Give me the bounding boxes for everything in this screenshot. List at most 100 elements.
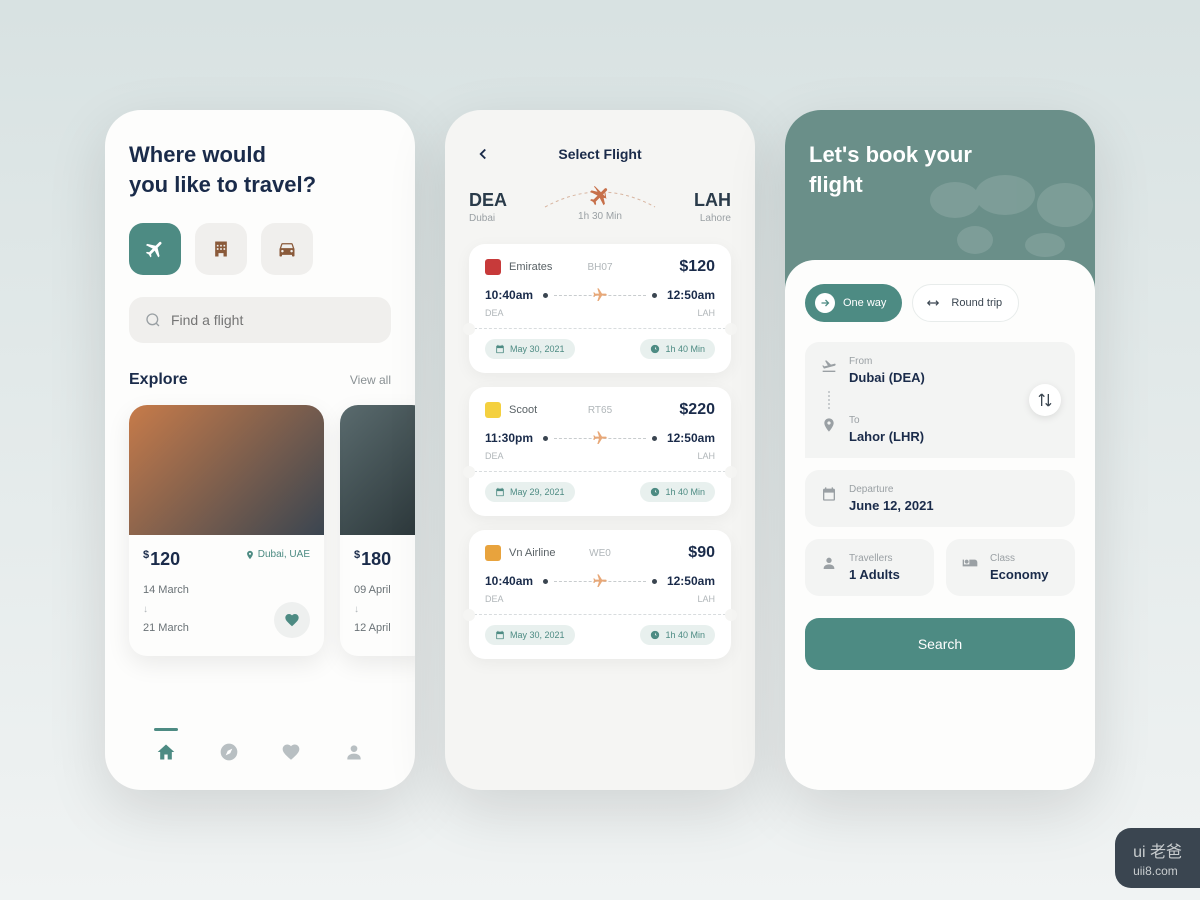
to-field[interactable]: To Lahor (LHR): [821, 415, 1059, 444]
screen-book-flight: Let's book your flight One way Round tri…: [785, 110, 1095, 790]
dep-code: DEA: [485, 308, 504, 318]
search-button[interactable]: Search: [805, 618, 1075, 670]
airline-logo: [485, 259, 501, 275]
from-city: Dubai: [469, 213, 507, 224]
calendar-icon: [495, 487, 505, 497]
arr-code: LAH: [697, 308, 715, 318]
search-input[interactable]: [129, 297, 391, 343]
from-label: From: [849, 356, 925, 367]
arr-time: 12:50am: [667, 288, 715, 302]
route-duration: 1h 30 Min: [578, 211, 622, 222]
to-code: LAH: [694, 190, 731, 211]
card-price: $120: [143, 549, 180, 570]
arr-code: LAH: [697, 594, 715, 604]
card-dates: 14 March ↓ 21 March: [143, 582, 189, 637]
back-button[interactable]: [469, 140, 497, 168]
view-all-link[interactable]: View all: [350, 373, 391, 387]
nav-profile[interactable]: [336, 734, 372, 770]
pin-icon: [821, 417, 837, 433]
class-value: Economy: [990, 567, 1049, 582]
category-tabs: [129, 223, 391, 275]
flight-duration: 1h 40 Min: [640, 339, 715, 359]
seat-icon: [962, 555, 978, 571]
flight-code: RT65: [588, 405, 612, 416]
flight-price: $220: [679, 401, 715, 419]
dep-time: 11:30pm: [485, 431, 533, 445]
home-icon: [156, 742, 176, 762]
card-price: $180: [354, 549, 415, 570]
nav-compass[interactable]: [211, 734, 247, 770]
travellers-label: Travellers: [849, 553, 900, 564]
flight-card[interactable]: Emirates BH07 $120 10:40am 12:50am DEA L…: [469, 244, 731, 373]
car-icon: [277, 239, 297, 259]
airline-logo: [485, 402, 501, 418]
route-summary: DEA Dubai 1h 30 Min LAH Lahore: [469, 190, 731, 224]
calendar-icon: [495, 344, 505, 354]
swap-icon: [926, 296, 940, 310]
explore-card[interactable]: $180 09 April ↓ 12 April: [340, 405, 415, 655]
arr-time: 12:50am: [667, 574, 715, 588]
trip-round-button[interactable]: Round trip: [912, 284, 1019, 322]
pin-icon: [245, 550, 255, 560]
dep-time: 10:40am: [485, 288, 533, 302]
travellers-value: 1 Adults: [849, 567, 900, 582]
calendar-icon: [821, 486, 837, 502]
explore-heading: Explore: [129, 371, 188, 389]
flight-date: May 30, 2021: [485, 625, 575, 645]
card-dates: 09 April ↓ 12 April: [354, 582, 415, 637]
flight-duration: 1h 40 Min: [640, 482, 715, 502]
flight-price: $90: [688, 544, 715, 562]
airline-name: Vn Airline: [509, 547, 555, 559]
departure-label: Departure: [849, 484, 934, 495]
card-image: [340, 405, 415, 535]
search-icon: [145, 311, 161, 329]
plane-icon: [592, 573, 608, 589]
page-title: Where would you like to travel?: [129, 140, 391, 199]
hero-title: Let's book your flight: [809, 140, 1071, 199]
nav-home[interactable]: [148, 734, 184, 770]
explore-card[interactable]: $120 Dubai, UAE 14 March ↓ 21 March: [129, 405, 324, 655]
dep-code: DEA: [485, 594, 504, 604]
swap-button[interactable]: [1029, 384, 1061, 416]
watermark: ui 老爸 uii8.com: [1115, 828, 1200, 888]
departure-field[interactable]: Departure June 12, 2021: [821, 484, 1059, 513]
from-field[interactable]: From Dubai (DEA): [821, 356, 1059, 385]
to-label: To: [849, 415, 924, 426]
airline-logo: [485, 545, 501, 561]
chevron-left-icon: [474, 145, 492, 163]
to-value: Lahor (LHR): [849, 429, 924, 444]
arr-code: LAH: [697, 451, 715, 461]
dep-time: 10:40am: [485, 574, 533, 588]
arrow-right-icon: [819, 297, 831, 309]
tab-cars[interactable]: [261, 223, 313, 275]
flight-price: $120: [679, 258, 715, 276]
flight-date: May 30, 2021: [485, 339, 575, 359]
tab-flights[interactable]: [129, 223, 181, 275]
favorite-button[interactable]: [274, 602, 310, 638]
class-field[interactable]: Class Economy: [962, 553, 1059, 582]
travellers-field[interactable]: Travellers 1 Adults: [821, 553, 918, 582]
search-field[interactable]: [171, 312, 375, 328]
flight-code: WE0: [589, 548, 611, 559]
flight-date: May 29, 2021: [485, 482, 575, 502]
heart-icon: [281, 742, 301, 762]
plane-icon: [592, 287, 608, 303]
building-icon: [211, 239, 231, 259]
trip-type-toggle: One way Round trip: [805, 284, 1075, 322]
plane-icon: [144, 238, 166, 260]
card-image: [129, 405, 324, 535]
swap-vertical-icon: [1037, 392, 1053, 408]
nav-favorites[interactable]: [273, 734, 309, 770]
class-label: Class: [990, 553, 1049, 564]
tab-hotels[interactable]: [195, 223, 247, 275]
flight-card[interactable]: Vn Airline WE0 $90 10:40am 12:50am DEA L…: [469, 530, 731, 659]
screen-explore: Where would you like to travel? Explore …: [105, 110, 415, 790]
airline-name: Emirates: [509, 261, 552, 273]
flight-card[interactable]: Scoot RT65 $220 11:30pm 12:50am DEA LAH …: [469, 387, 731, 516]
clock-icon: [650, 344, 660, 354]
calendar-icon: [495, 630, 505, 640]
bottom-nav: [105, 734, 415, 770]
trip-oneway-button[interactable]: One way: [805, 284, 902, 322]
page-title: Select Flight: [497, 146, 703, 162]
card-location: Dubai, UAE: [245, 549, 310, 560]
